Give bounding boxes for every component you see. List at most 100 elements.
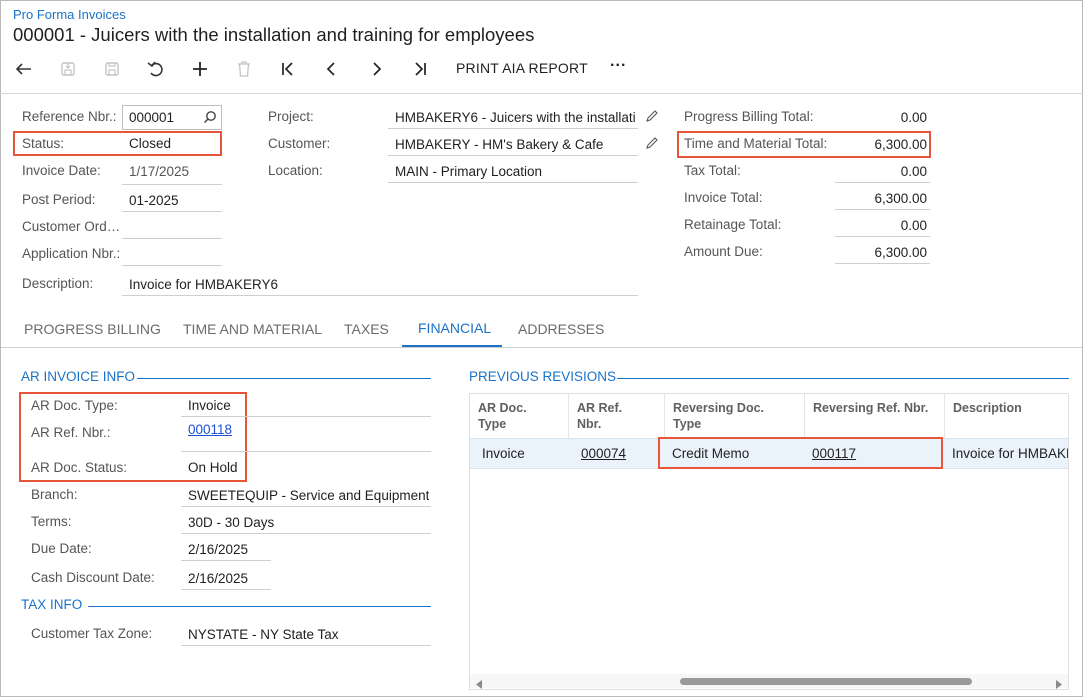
application-nbr-underline: [122, 265, 222, 266]
tab-bar: PROGRESS BILLING TIME AND MATERIAL TAXES…: [1, 312, 1082, 348]
amount-due-label: Amount Due:: [684, 244, 763, 259]
invoice-total-label: Invoice Total:: [684, 190, 763, 205]
due-date-label: Due Date:: [31, 541, 92, 556]
ar-doc-status-label: AR Doc. Status:: [31, 460, 128, 475]
project-underline: [388, 128, 638, 129]
post-period-underline: [122, 211, 222, 212]
customer-value[interactable]: HMBAKERY - HM's Bakery & Cafe: [395, 137, 603, 152]
ar-doc-status-value: On Hold: [188, 460, 238, 475]
edit-project-icon[interactable]: [645, 109, 659, 126]
tax-total-underline: [835, 182, 930, 183]
tab-progress-billing[interactable]: PROGRESS BILLING: [24, 321, 161, 337]
time-material-total-value: 6,300.00: [874, 137, 927, 152]
project-label: Project:: [268, 109, 314, 124]
progress-billing-total-label: Progress Billing Total:: [684, 109, 814, 124]
customer-tax-zone-label: Customer Tax Zone:: [31, 626, 153, 641]
customer-tax-zone-value[interactable]: NYSTATE - NY State Tax: [188, 627, 339, 642]
next-record-icon[interactable]: [361, 54, 391, 84]
search-icon[interactable]: [203, 110, 217, 127]
branch-value[interactable]: SWEETEQUIP - Service and Equipment S: [188, 488, 429, 503]
col-header-reversing-doc-type[interactable]: Reversing Doc. Type: [665, 394, 805, 438]
save-icon[interactable]: [97, 54, 127, 84]
location-value[interactable]: MAIN - Primary Location: [395, 164, 542, 179]
tax-info-title: TAX INFO: [21, 597, 83, 612]
ar-ref-nbr-underline: [181, 451, 431, 452]
location-underline: [388, 182, 638, 183]
tax-total-value: 0.00: [900, 164, 927, 179]
reversing-doc-highlight: [658, 437, 943, 469]
due-date-underline: [181, 560, 271, 561]
retainage-total-label: Retainage Total:: [684, 217, 782, 232]
ar-doc-type-value: Invoice: [188, 398, 231, 413]
tab-financial[interactable]: FINANCIAL: [418, 320, 491, 336]
cell-ar-doc-type: Invoice: [482, 446, 525, 461]
page-title: 000001 - Juicers with the installation a…: [13, 24, 535, 45]
previous-revisions-title: PREVIOUS REVISIONS: [469, 369, 617, 384]
cash-discount-date-value[interactable]: 2/16/2025: [188, 571, 248, 586]
tax-total-label: Tax Total:: [684, 163, 741, 178]
customer-ord-label: Customer Ord…: [22, 219, 120, 234]
description-underline: [122, 295, 638, 296]
post-period-value[interactable]: 01-2025: [129, 193, 179, 208]
scroll-thumb[interactable]: [680, 678, 972, 685]
amount-due-underline: [835, 263, 930, 264]
first-record-icon[interactable]: [273, 54, 303, 84]
col-header-description-line1: Description: [953, 401, 1022, 415]
save-close-icon[interactable]: [53, 54, 83, 84]
terms-underline: [181, 533, 431, 534]
header-separator: [0, 93, 1083, 94]
print-aia-report-button[interactable]: PRINT AIA REPORT: [456, 60, 588, 76]
post-period-label: Post Period:: [22, 192, 96, 207]
col-header-reversing-ref-nbr[interactable]: Reversing Ref. Nbr.: [805, 394, 945, 438]
progress-billing-total-value: 0.00: [900, 110, 927, 125]
col-header-ar-doc-type-line2: Type: [478, 417, 507, 431]
undo-icon[interactable]: [141, 54, 171, 84]
last-record-icon[interactable]: [405, 54, 435, 84]
horizontal-scrollbar[interactable]: [470, 674, 1068, 689]
more-menu-icon[interactable]: ···: [610, 57, 627, 75]
col-header-reversing-ref-nbr-line1: Reversing Ref. Nbr.: [813, 401, 929, 415]
previous-record-icon[interactable]: [317, 54, 347, 84]
invoice-date-underline: [122, 184, 222, 185]
cell-ar-ref-nbr-link[interactable]: 000074: [581, 446, 626, 461]
application-nbr-label: Application Nbr.:: [22, 246, 121, 261]
ar-doc-type-underline: [181, 416, 431, 417]
customer-underline: [388, 155, 638, 156]
customer-tax-zone-underline: [181, 645, 431, 646]
description-value[interactable]: Invoice for HMBAKERY6: [129, 277, 278, 292]
invoice-date-label: Invoice Date:: [22, 163, 101, 178]
ar-ref-nbr-link[interactable]: 000118: [188, 422, 232, 437]
col-header-reversing-doc-type-line1: Reversing Doc.: [673, 401, 765, 415]
due-date-value[interactable]: 2/16/2025: [188, 542, 248, 557]
cash-discount-date-label: Cash Discount Date:: [31, 570, 155, 585]
scroll-left-icon[interactable]: [476, 677, 483, 692]
project-value[interactable]: HMBAKERY6 - Juicers with the installatio: [395, 110, 635, 125]
scroll-right-icon[interactable]: [1055, 677, 1062, 692]
tab-time-and-material[interactable]: TIME AND MATERIAL: [183, 321, 322, 337]
tab-taxes[interactable]: TAXES: [344, 321, 389, 337]
ar-doc-type-label: AR Doc. Type:: [31, 398, 118, 413]
tab-addresses[interactable]: ADDRESSES: [518, 321, 604, 337]
time-material-total-label: Time and Material Total:: [684, 136, 828, 151]
branch-underline: [181, 506, 431, 507]
previous-revisions-line: [617, 378, 1069, 379]
back-icon[interactable]: [9, 54, 39, 84]
edit-customer-icon[interactable]: [645, 136, 659, 153]
col-header-ar-ref-nbr[interactable]: AR Ref. Nbr.: [569, 394, 665, 438]
amount-due-value: 6,300.00: [874, 245, 927, 260]
terms-value[interactable]: 30D - 30 Days: [188, 515, 274, 530]
add-icon[interactable]: [185, 54, 215, 84]
status-label: Status:: [22, 136, 65, 151]
tax-info-line: [88, 606, 431, 607]
breadcrumb[interactable]: Pro Forma Invoices: [13, 7, 126, 22]
status-value: Closed: [129, 136, 172, 151]
location-label: Location:: [268, 163, 323, 178]
col-header-ar-doc-type[interactable]: AR Doc. Type: [470, 394, 569, 438]
delete-icon[interactable]: [229, 54, 259, 84]
ar-ref-nbr-label: AR Ref. Nbr.:: [31, 425, 111, 440]
invoice-total-value: 6,300.00: [874, 191, 927, 206]
description-label: Description:: [22, 276, 94, 291]
col-header-description[interactable]: Description: [945, 394, 1068, 438]
branch-label: Branch:: [31, 487, 78, 502]
toolbar: PRINT AIA REPORT ···: [0, 54, 1083, 84]
